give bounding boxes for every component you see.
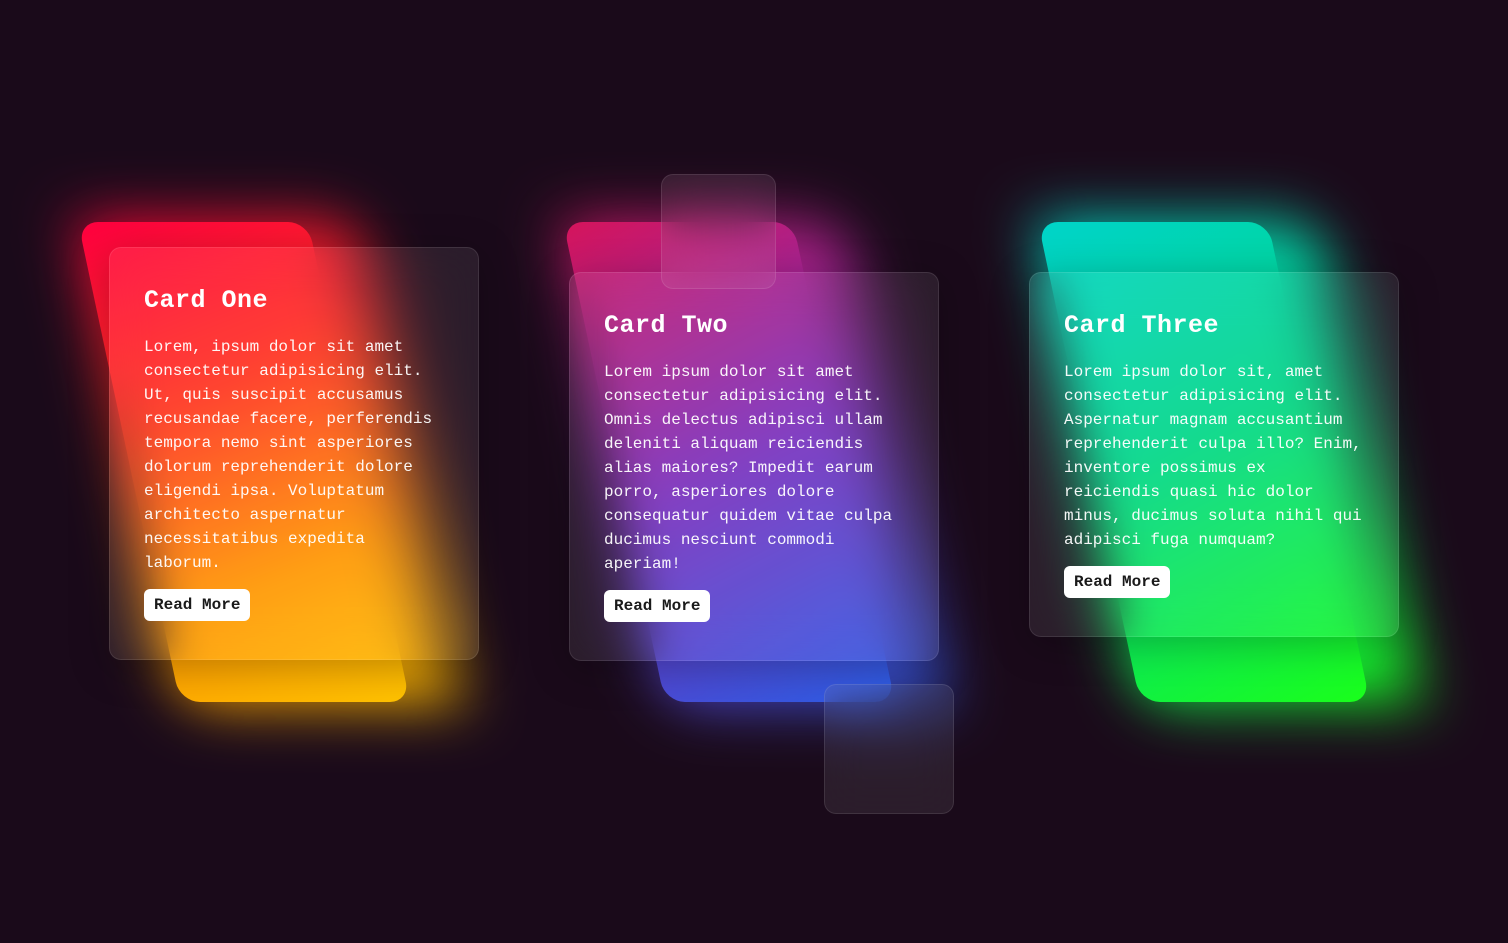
card-two-body: Lorem ipsum dolor sit amet consectetur a… bbox=[604, 360, 904, 576]
card-three-title: Card Three bbox=[1064, 311, 1364, 340]
card-one-body: Lorem, ipsum dolor sit amet consectetur … bbox=[144, 335, 444, 575]
card-three-read-more-link[interactable]: Read More bbox=[1064, 566, 1170, 598]
card-two-wrapper: Card Two Lorem ipsum dolor sit amet cons… bbox=[569, 232, 939, 712]
card-one-wrapper: Card One Lorem, ipsum dolor sit amet con… bbox=[109, 232, 479, 712]
card-three-wrapper: Card Three Lorem ipsum dolor sit, amet c… bbox=[1029, 232, 1399, 712]
card-three: Card Three Lorem ipsum dolor sit, amet c… bbox=[1029, 272, 1399, 637]
card-two: Card Two Lorem ipsum dolor sit amet cons… bbox=[569, 272, 939, 661]
card-two-read-more-link[interactable]: Read More bbox=[604, 590, 710, 622]
card-three-body: Lorem ipsum dolor sit, amet consectetur … bbox=[1064, 360, 1364, 552]
card-one-title: Card One bbox=[144, 286, 444, 315]
card-one: Card One Lorem, ipsum dolor sit amet con… bbox=[109, 247, 479, 660]
decorative-box-top bbox=[661, 174, 776, 289]
decorative-box-bottom bbox=[824, 684, 954, 814]
card-two-title: Card Two bbox=[604, 311, 904, 340]
card-one-read-more-link[interactable]: Read More bbox=[144, 589, 250, 621]
